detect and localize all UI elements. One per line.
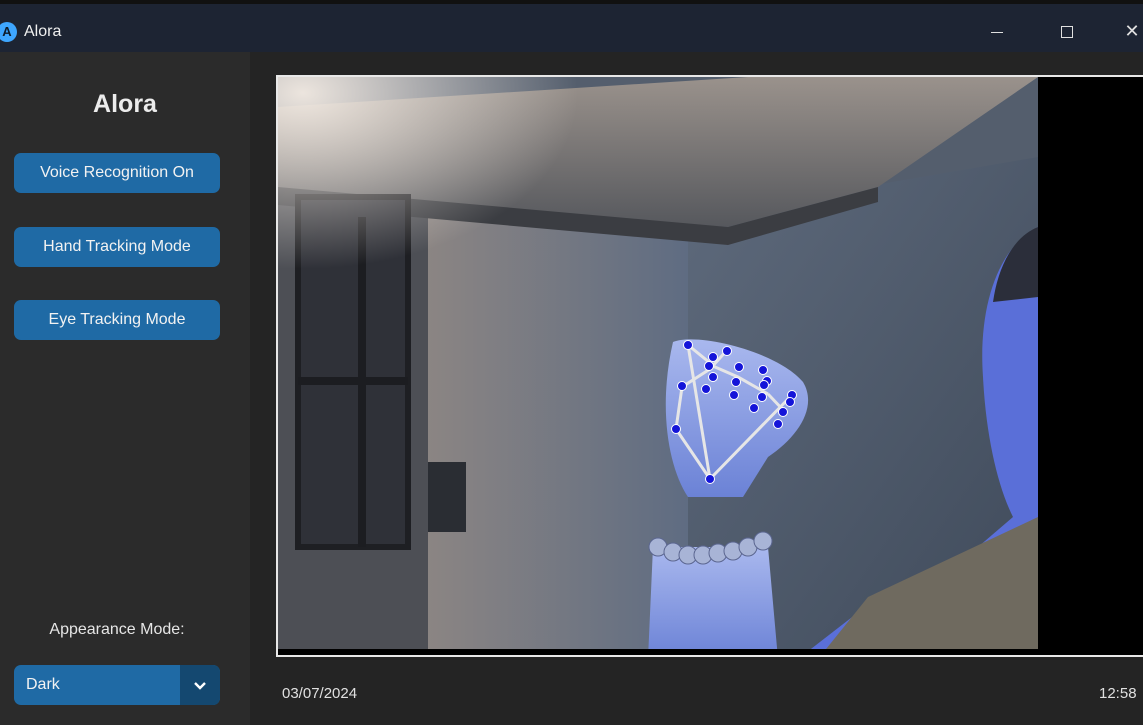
appearance-mode-value: Dark <box>26 676 60 693</box>
hand-tracking-button[interactable]: Hand Tracking Mode <box>14 227 220 267</box>
main-panel: 03/07/2024 12:58 <box>250 52 1143 725</box>
maximize-icon <box>1061 26 1073 39</box>
close-button[interactable]: ✕ <box>1112 16 1143 46</box>
minimize-button[interactable] <box>977 16 1017 46</box>
voice-recognition-button[interactable]: Voice Recognition On <box>14 153 220 193</box>
appearance-mode-label: Appearance Mode: <box>49 621 185 638</box>
eye-tracking-button[interactable]: Eye Tracking Mode <box>14 300 220 340</box>
camera-image <box>278 77 1143 655</box>
app-icon: A <box>0 22 17 42</box>
camera-feed <box>276 75 1143 657</box>
maximize-button[interactable] <box>1047 16 1087 46</box>
window-title: Alora <box>24 23 62 40</box>
minimize-icon <box>991 31 1003 33</box>
chevron-down-icon[interactable] <box>180 665 220 705</box>
time-label: 12:58 <box>1099 685 1137 702</box>
appearance-mode-select[interactable]: Dark <box>14 665 220 705</box>
logo-label: Alora <box>93 90 157 118</box>
sidebar: Alora Voice Recognition On Hand Tracking… <box>0 52 250 725</box>
title-bar: A Alora ✕ <box>0 0 1143 52</box>
date-label: 03/07/2024 <box>282 685 358 702</box>
